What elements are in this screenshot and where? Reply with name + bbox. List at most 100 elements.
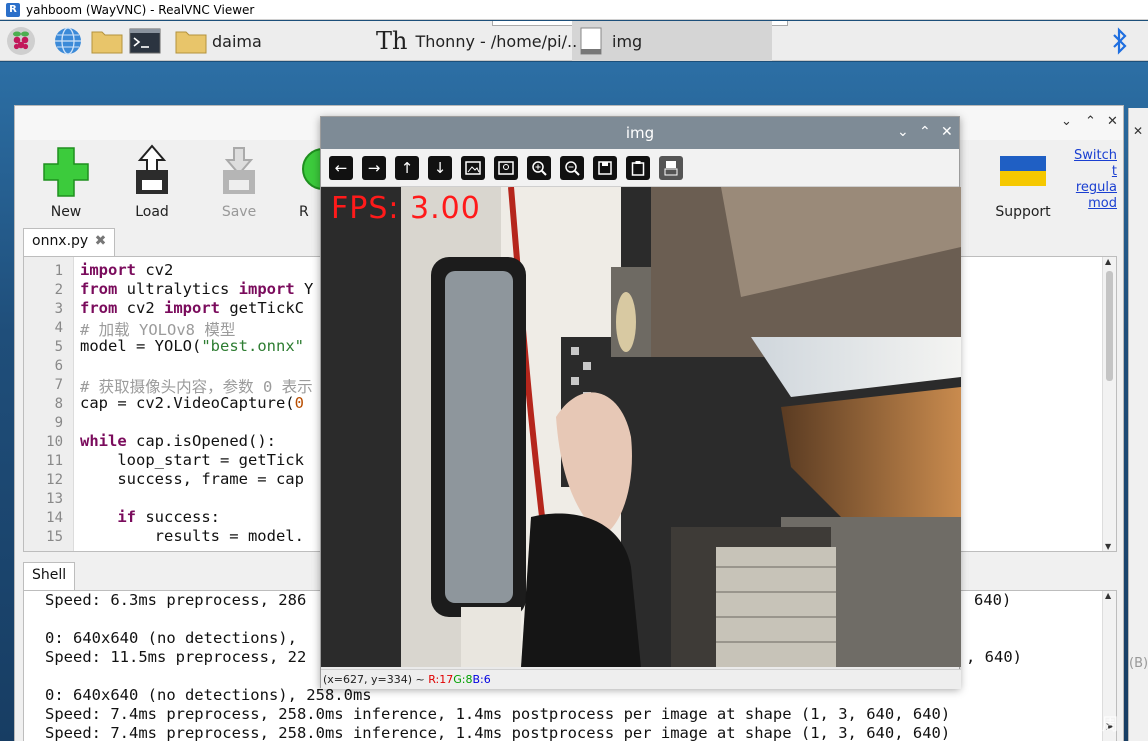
bluetooth-button[interactable] xyxy=(1110,25,1130,57)
close-icon[interactable]: ✕ xyxy=(1133,124,1143,138)
code-line: model = YOLO("best.onnx" xyxy=(80,337,304,355)
zoom-out-icon xyxy=(565,161,580,176)
image-icon xyxy=(465,161,481,175)
support-button[interactable]: Support xyxy=(988,144,1058,220)
line-number: 7 xyxy=(54,377,63,393)
switch-mode-link-line1[interactable]: Switch t xyxy=(1065,148,1117,180)
tab-shell[interactable]: Shell xyxy=(23,562,76,590)
code-number: 0 xyxy=(294,394,304,412)
pan-left-button[interactable]: ← xyxy=(329,156,353,180)
code-line: loop_start = getTick xyxy=(80,451,304,469)
bluetooth-icon xyxy=(1113,27,1127,55)
code-line: from cv2 import getTickC xyxy=(80,299,304,317)
arrow-right-icon: → xyxy=(367,159,381,177)
line-number: 14 xyxy=(46,510,63,526)
code-text: cap = cv2.VideoCapture( xyxy=(80,394,295,412)
img-window: img ⌄ ⌃ ✕ ← → ↑ ↓ FPS: 3.00 (x=627, y=33… xyxy=(320,116,961,689)
properties-button[interactable] xyxy=(659,156,683,180)
taskbar-item-label: img xyxy=(612,31,643,51)
taskbar-item-thonny[interactable]: Th Thonny - /home/pi/.. xyxy=(376,25,577,57)
code-text: ultralytics xyxy=(117,280,239,298)
clipboard-icon xyxy=(631,161,645,176)
taskbar-item-label: daima xyxy=(212,31,262,51)
switch-mode-link-group: Switch t regula mod xyxy=(1065,148,1117,212)
save-button[interactable]: Save xyxy=(204,144,274,220)
save-image-button[interactable] xyxy=(593,156,617,180)
vnc-window-title: yahboom (WayVNC) - RealVNC Viewer xyxy=(26,2,255,17)
code-line: results = model. xyxy=(80,527,304,545)
zoom-fit-button[interactable] xyxy=(461,156,485,180)
zoom-in-button[interactable] xyxy=(527,156,551,180)
taskbar-item-img[interactable]: img xyxy=(580,25,642,57)
img-close-button[interactable]: ✕ xyxy=(941,124,953,140)
code-keyword: if xyxy=(117,508,136,526)
scroll-up-icon[interactable]: ▲ xyxy=(1105,591,1111,600)
code-text: cap.isOpened(): xyxy=(126,432,276,450)
zoom-in-icon xyxy=(532,161,547,176)
zoom-out-button[interactable] xyxy=(560,156,584,180)
terminal-icon xyxy=(129,28,161,54)
zoom-original-button[interactable] xyxy=(494,156,518,180)
taskbar: daima Th Thonny - /home/pi/.. img xyxy=(0,21,1148,61)
line-number: 2 xyxy=(54,282,63,298)
tab-onnx-py[interactable]: onnx.py ✖ xyxy=(23,228,116,256)
ukraine-flag-icon xyxy=(998,144,1048,198)
shell-line-tail: 640) xyxy=(974,591,1012,609)
line-number: 3 xyxy=(54,301,63,317)
folder-icon xyxy=(175,31,207,54)
thonny-close-button[interactable]: ✕ xyxy=(1107,114,1118,129)
pixel-blue-value: B:6 xyxy=(472,673,491,686)
load-button[interactable]: Load xyxy=(117,144,187,220)
editor-scrollbar[interactable]: ▲ ▼ xyxy=(1102,257,1116,551)
pan-down-button[interactable]: ↓ xyxy=(428,156,452,180)
terminal-button[interactable] xyxy=(129,25,161,57)
img-toolbar: ← → ↑ ↓ xyxy=(321,149,959,187)
tab-label: Shell xyxy=(32,567,67,583)
code-line: import cv2 xyxy=(80,261,173,279)
code-line: from ultralytics import Y xyxy=(80,280,313,298)
thonny-minimize-button[interactable]: ⌄ xyxy=(1061,114,1072,129)
scroll-down-icon[interactable]: ▼ xyxy=(1105,542,1111,551)
new-label: New xyxy=(50,204,82,220)
folder-icon xyxy=(91,31,123,54)
background-window-edge: ✕ (B) xyxy=(1128,108,1148,741)
line-number: 1 xyxy=(54,263,63,279)
shell-line: 0: 640x640 (no detections), xyxy=(45,629,297,647)
copy-clipboard-button[interactable] xyxy=(626,156,650,180)
line-number: 15 xyxy=(46,529,63,545)
tab-close-icon[interactable]: ✖ xyxy=(95,233,107,249)
shell-line: Speed: 6.3ms preprocess, 286 xyxy=(45,591,307,609)
line-number: 4 xyxy=(54,320,63,336)
camera-frame-image[interactable]: FPS: 3.00 xyxy=(321,187,961,667)
thonny-maximize-button[interactable]: ⌃ xyxy=(1085,114,1096,129)
switch-mode-link-line3[interactable]: mod xyxy=(1065,196,1117,212)
web-browser-button[interactable] xyxy=(53,25,83,57)
code-keyword: from xyxy=(80,280,118,298)
code-string: "best.onnx" xyxy=(201,337,304,355)
raspberry-menu-button[interactable] xyxy=(6,25,36,57)
taskbar-item-label: Thonny - /home/pi/.. xyxy=(415,31,578,51)
code-keyword: from xyxy=(80,299,118,317)
shell-line-tail: , 640) xyxy=(966,648,1022,666)
img-minimize-button[interactable]: ⌄ xyxy=(897,124,909,140)
img-maximize-button[interactable]: ⌃ xyxy=(919,124,931,140)
pixel-red-value: R:17 xyxy=(428,673,454,686)
load-icon xyxy=(127,144,177,198)
realvnc-logo-icon: R xyxy=(6,2,20,17)
new-button[interactable]: New xyxy=(31,144,101,220)
scroll-thumb[interactable] xyxy=(1106,271,1113,381)
switch-mode-link-line2[interactable]: regula xyxy=(1065,180,1117,196)
code-text: success: xyxy=(136,508,220,526)
pan-up-button[interactable]: ↑ xyxy=(395,156,419,180)
code-text: model = YOLO( xyxy=(80,337,202,355)
pan-right-button[interactable]: → xyxy=(362,156,386,180)
code-line: if success: xyxy=(80,508,220,526)
code-text: cv2 xyxy=(136,261,174,279)
file-manager-button[interactable] xyxy=(90,25,124,57)
scroll-up-icon[interactable]: ▲ xyxy=(1105,257,1111,266)
floppy-icon xyxy=(598,161,612,175)
taskbar-item-daima[interactable]: daima xyxy=(174,25,262,57)
code-keyword: import xyxy=(164,299,220,317)
window-icon xyxy=(580,27,602,55)
